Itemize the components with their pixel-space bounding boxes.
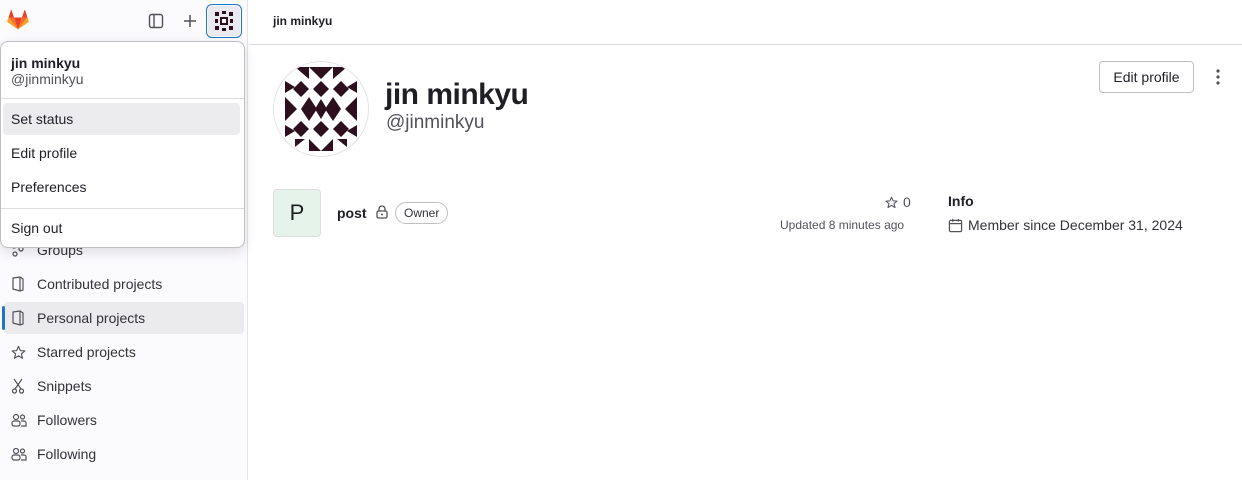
info-heading: Info [948,193,974,209]
profile-handle: @jinminkyu [386,112,485,133]
edit-profile-item[interactable]: Edit profile [3,137,240,169]
sidebar-item-followers[interactable]: Followers [4,404,244,436]
calendar-icon [948,218,963,232]
project-icon [8,275,34,293]
star-icon [885,196,898,208]
divider [1,98,244,99]
sidebar-item-label: Contributed projects [37,276,163,292]
users-icon [8,445,34,463]
sidebar-item-following[interactable]: Following [4,438,244,470]
sidebar-item-label: Following [37,446,97,462]
divider [1,208,244,209]
edit-profile-button[interactable]: Edit profile [1099,61,1194,93]
user-menu-dropdown: jin minkyu @jinminkyu Set status Edit pr… [0,41,245,248]
sidebar-item-label: Followers [37,412,97,428]
sidebar-item-snippets[interactable]: Snippets [4,370,244,402]
user-menu-handle: @jinminkyu [11,71,84,87]
user-avatar-button[interactable] [206,4,242,38]
lock-icon [376,205,388,219]
project-icon [8,309,34,327]
sidebar-toggle-icon[interactable] [144,9,168,33]
role-badge: Owner [395,202,449,224]
member-since: Member since December 31, 2024 [948,217,1183,233]
snippet-icon [8,377,34,395]
sidebar-header [0,0,247,42]
project-name-link[interactable]: post [337,205,367,221]
member-since-text: Member since December 31, 2024 [968,217,1183,233]
sidebar-item-label: Snippets [37,378,92,394]
sidebar-item-starred-projects[interactable]: Starred projects [4,336,244,368]
plus-icon[interactable] [178,9,202,33]
project-avatar[interactable]: P [273,189,321,237]
set-status-item[interactable]: Set status [3,103,240,135]
sidebar-item-personal-projects[interactable]: Personal projects [2,302,244,334]
star-icon [8,343,34,361]
breadcrumb[interactable]: jin minkyu [273,14,332,28]
top-bar: jin minkyu [249,0,1242,45]
star-count-value: 0 [903,194,911,210]
sidebar-item-contributed-projects[interactable]: Contributed projects [4,268,244,300]
profile-avatar [273,61,369,157]
avatar-icon [215,11,233,31]
users-icon [8,411,34,429]
star-count[interactable]: 0 [885,194,911,210]
profile-name: jin minkyu [385,78,529,111]
gitlab-logo-icon[interactable] [6,8,30,32]
user-menu-name: jin minkyu [11,55,81,71]
sidebar-nav: Groups Contributed projects Personal pro… [0,234,248,472]
sidebar-item-label: Personal projects [37,310,146,326]
more-actions-icon[interactable] [1206,65,1230,89]
sidebar-item-label: Starred projects [37,344,136,360]
sign-out-item[interactable]: Sign out [3,212,240,244]
updated-time: Updated 8 minutes ago [780,218,905,232]
preferences-item[interactable]: Preferences [3,171,240,203]
identicon-icon [285,67,357,151]
